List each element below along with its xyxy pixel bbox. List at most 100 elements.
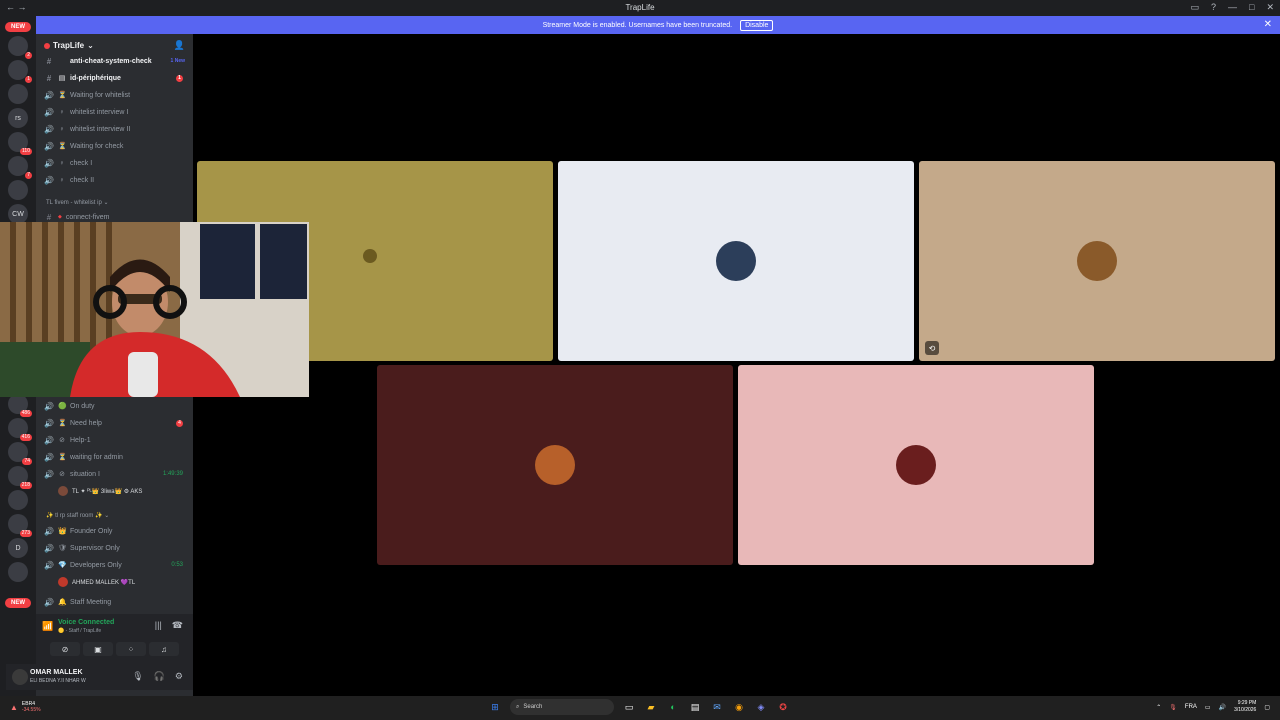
channel-label: Supervisor Only <box>70 544 120 552</box>
speaker-icon: 🔊 <box>44 526 54 536</box>
server-icon[interactable] <box>8 180 28 200</box>
server-icon[interactable]: 218 <box>8 466 32 489</box>
category-staff[interactable]: ✨ tl rp staff room ✨ ⌄ <box>46 512 109 519</box>
participant-tile[interactable] <box>738 365 1094 565</box>
channel-item[interactable]: 🔊 ⊘ Help-1 <box>44 433 189 447</box>
maximize-button[interactable]: □ <box>1249 2 1254 13</box>
edge-icon[interactable]: ◐ <box>666 700 680 714</box>
app-icon[interactable]: ✪ <box>776 700 790 714</box>
discord-icon[interactable]: ◈ <box>754 700 768 714</box>
channel-label: Developers Only <box>70 561 122 569</box>
soundboard-button[interactable]: ♫ <box>149 642 179 656</box>
server-icon[interactable]: 110 <box>8 132 32 155</box>
channel-item[interactable]: 🔊 👑 Founder Only <box>44 524 189 538</box>
speaker-icon: 🔊 <box>44 452 54 462</box>
channel-item[interactable]: 🔊 ⏳ Waiting for check <box>44 139 189 153</box>
notification-badge: 2 <box>25 52 32 59</box>
stream-icon[interactable]: ⟲ <box>925 341 939 355</box>
voice-member-situation[interactable]: TL ✦ ᴾᴸ👑 3liwa👑 ⚙ AKS <box>58 485 142 497</box>
voice-member-developers[interactable]: AHMED MALLEK 💜TL <box>58 576 135 588</box>
participant-tile[interactable] <box>558 161 914 361</box>
server-header[interactable]: TrapLife ⌄ <box>44 41 94 50</box>
channel-item[interactable]: 🔊 💎 Developers Only 0:53 <box>44 558 189 572</box>
speaker-icon: 🔊 <box>44 435 54 445</box>
disconnect-icon[interactable]: ☎ <box>172 620 183 631</box>
channel-item[interactable]: 🔊 ♀ check I <box>44 156 189 170</box>
speaker-icon: 🔊 <box>44 597 54 607</box>
chevron-up-icon[interactable]: ⌃ <box>1156 704 1161 711</box>
server-icon[interactable]: 1 <box>8 60 32 83</box>
participant-tile[interactable] <box>377 365 733 565</box>
voice-location[interactable]: 🟡 - Staff / TrapLife <box>58 628 101 634</box>
category-fivem[interactable]: TL fivem - whitelist ip ⌄ <box>46 199 109 206</box>
clock[interactable]: 9:29 PM 3/10/2026 <box>1234 700 1256 714</box>
taskbar-search[interactable]: ⌕ Search <box>510 699 614 715</box>
file-explorer-icon[interactable]: ▰ <box>644 700 658 714</box>
server-icon <box>44 42 50 49</box>
activities-button[interactable]: ⁘ <box>116 642 146 656</box>
server-icon[interactable]: 74 <box>8 442 32 465</box>
mic-tray-icon[interactable]: 🎙 <box>1169 704 1177 711</box>
channel-item[interactable]: 🔊 ⏳ Waiting for whitelist <box>44 88 189 102</box>
server-icon[interactable]: CW <box>8 204 28 224</box>
help-icon[interactable]: ? <box>1211 2 1216 13</box>
chrome-icon[interactable]: ◉ <box>732 700 746 714</box>
channel-item[interactable]: 🔊 ♀ whitelist interview I <box>44 105 189 119</box>
voice-status[interactable]: Voice Connected <box>58 619 114 626</box>
channel-item[interactable]: # anti-cheat-system-check 1 New <box>44 54 189 68</box>
noise-suppression-icon[interactable]: ||| <box>155 620 162 631</box>
new-messages-label[interactable]: 1 New <box>171 58 185 64</box>
server-icon[interactable] <box>8 84 28 104</box>
server-icon[interactable] <box>8 562 28 582</box>
language-indicator[interactable]: FRA <box>1185 704 1197 710</box>
close-window-button[interactable]: ✕ <box>1266 2 1274 13</box>
minimize-button[interactable]: — <box>1228 2 1237 13</box>
server-icon[interactable]: 486 <box>8 394 32 417</box>
avatar[interactable] <box>12 669 28 685</box>
network-icon[interactable]: ▭ <box>1205 704 1211 711</box>
channel-item[interactable]: 🔊 ⊘ situation I 1:49:39 <box>44 467 189 481</box>
disable-streamer-button[interactable]: Disable <box>740 19 774 31</box>
server-icon[interactable]: 7 <box>8 156 32 179</box>
server-icon[interactable]: 2 <box>8 36 32 59</box>
channel-staff-meeting[interactable]: 🔊 🔔 Staff Meeting <box>44 595 189 609</box>
server-icon[interactable]: 273 <box>8 514 32 537</box>
signal-icon[interactable]: 📶 <box>42 621 53 632</box>
inbox-icon[interactable]: ▭ <box>1190 2 1199 13</box>
participant-tile[interactable]: ⟲ <box>919 161 1275 361</box>
server-icon[interactable]: D <box>8 538 28 558</box>
mention-badge: 4 <box>176 419 183 427</box>
notifications-icon[interactable]: ▢ <box>1264 704 1270 711</box>
webcam-image <box>0 222 309 397</box>
username[interactable]: OMAR MALLEK <box>30 669 83 676</box>
start-icon[interactable]: ⊞ <box>488 700 502 714</box>
screen-share-button[interactable]: ▣ <box>83 642 113 656</box>
channel-emoji-icon: ♀ <box>59 108 65 116</box>
widget-stock[interactable]: ▲ EBR4 -34.55% <box>10 701 41 713</box>
server-icon[interactable] <box>8 490 28 510</box>
microphone-icon[interactable]: 🎙 <box>132 671 143 682</box>
headphones-icon[interactable]: 🎧 <box>154 671 165 682</box>
mail-icon[interactable]: ✉ <box>710 700 724 714</box>
window-title: TrapLife <box>625 3 655 12</box>
channel-item[interactable]: 🔊 ♀ whitelist interview II <box>44 122 189 136</box>
channel-item[interactable]: 🔊 🟢 On duty <box>44 399 189 413</box>
channel-item[interactable]: 🔊 ⏳ waiting for admin <box>44 450 189 464</box>
channel-item[interactable]: # ▤ id-périphérique 1 <box>44 71 189 85</box>
server-icon[interactable]: 416 <box>8 418 32 441</box>
channel-label: waiting for admin <box>70 453 123 461</box>
close-banner-icon[interactable]: ✕ <box>1264 19 1272 30</box>
new-pill-bottom[interactable]: NEW <box>5 598 31 608</box>
add-user-icon[interactable]: 👤 <box>174 40 185 51</box>
channel-item[interactable]: 🔊 ♀ check II <box>44 173 189 187</box>
store-icon[interactable]: ▤ <box>688 700 702 714</box>
new-pill[interactable]: NEW <box>5 22 31 32</box>
settings-gear-icon[interactable]: ⚙ <box>175 671 183 682</box>
channel-label: check I <box>70 159 93 167</box>
server-icon[interactable]: rs <box>8 108 28 128</box>
volume-icon[interactable]: 🔊 <box>1219 704 1226 711</box>
camera-off-button[interactable]: ⊘ <box>50 642 80 656</box>
channel-item[interactable]: 🔊 ⏳ Need help 4 <box>44 416 189 430</box>
task-view-icon[interactable]: ▭ <box>622 700 636 714</box>
channel-item[interactable]: 🔊 🛡 Supervisor Only <box>44 541 189 555</box>
